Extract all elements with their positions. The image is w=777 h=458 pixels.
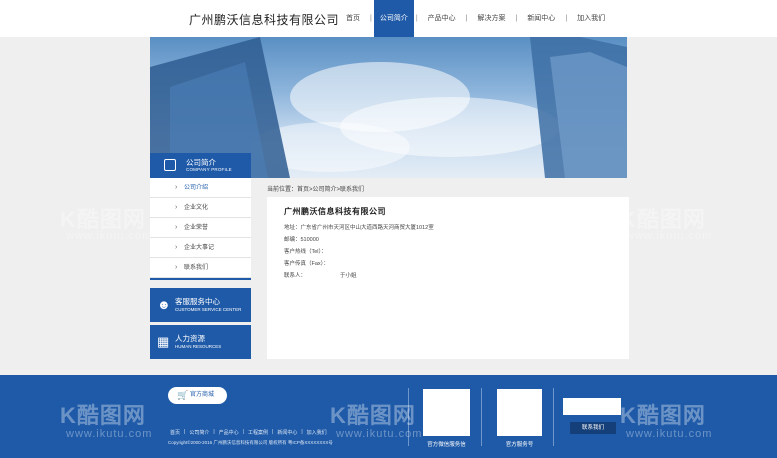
sidebar-header: 公司简介 COMPANY PROFILE [150,153,251,178]
address-text: 地址：广东省广州市天河区中山大道西路天河商贸大厦1012室 [284,225,434,231]
sidebar-subtitle: COMPANY PROFILE [186,167,232,172]
qr2-label: 官方服务号 [505,442,534,448]
nav-item-news[interactable]: 新闻中心 [519,0,563,37]
team-icon: ▦ [157,334,170,349]
footer-link-news[interactable]: 新闻中心 [275,429,299,436]
service-qr-code [497,389,542,436]
hr-title: 人力资源 [175,334,205,343]
watermark: K酷图网 [620,403,706,428]
nav-item-home[interactable]: 首页 [338,0,368,37]
watermark-url: www.ikutu.com [336,428,423,440]
wechat-qr-code [423,389,470,436]
nav-item-solutions[interactable]: 解决方案 [469,0,513,37]
building-icon [164,159,176,171]
nav-item-products[interactable]: 产品中心 [420,0,464,37]
footer-link-cases[interactable]: 工程案例 [246,429,270,436]
main-nav: 首页 | 公司简介 | 产品中心 | 解决方案 | 新闻中心 | 加入我们 [338,0,613,37]
footer-link-join[interactable]: 加入我们 [305,429,329,436]
sidebar-item-culture[interactable]: 企业文化 [150,198,251,218]
footer-link-products[interactable]: 产品中心 [217,429,241,436]
breadcrumb: 当前位置：首页>公司简介>联系我们 [267,187,365,193]
contact-info-box [563,398,621,415]
mall-label: 官方商城 [190,392,215,398]
fax-text: 客户传真（Fax）： [284,261,329,267]
sidebar: 公司简介 COMPANY PROFILE 公司介绍 企业文化 企业荣誉 企业大事… [150,153,251,280]
sidebar-item-intro[interactable]: 公司介绍 [150,178,251,198]
service-subtitle: CUSTOMER SERVICE CENTER [175,307,242,312]
contact-us-button[interactable]: 联系我们 [570,422,616,434]
qr1-label: 官方微信服务信 [427,442,466,448]
sidebar-item-milestones[interactable]: 企业大事记 [150,238,251,258]
service-title: 客服服务中心 [175,297,220,306]
footer-divider [553,388,554,446]
top-header: 广州鹏沃信息科技有限公司 首页 | 公司简介 | 产品中心 | 解决方案 | 新… [0,0,777,37]
footer-divider [481,388,482,446]
company-logo-text[interactable]: 广州鹏沃信息科技有限公司 [189,11,339,28]
human-resources-block[interactable]: ▦ 人力资源 HUMAN RESOURCES [150,325,251,359]
copyright-text: Copyright©2000-2016 广州鹏沃信息科技有限公司 版权所有 粤I… [168,440,333,445]
watermark-url: www.ikutu.com [66,428,153,440]
customer-service-block[interactable]: ☻ 客服服务中心 CUSTOMER SERVICE CENTER [150,288,251,322]
footer-link-profile[interactable]: 公司简介 [187,429,211,436]
nav-item-profile[interactable]: 公司简介 [373,0,414,37]
contact-name: 于小姐 [340,273,357,279]
sidebar-item-honors[interactable]: 企业荣誉 [150,218,251,238]
watermark: K酷图网 [330,403,416,428]
postcode-text: 邮编：510000 [284,237,319,243]
hr-subtitle: HUMAN RESOURCES [175,344,222,349]
content-panel: 广州鹏沃信息科技有限公司 地址：广东省广州市天河区中山大道西路天河商贸大厦101… [267,197,629,359]
official-mall-button[interactable]: 🛒 官方商城 [168,387,227,404]
watermark-url: www.ikutu.com [66,230,153,242]
watermark-url: www.ikutu.com [626,230,713,242]
watermark: K酷图网 [60,403,146,428]
cart-icon: 🛒 [177,390,189,400]
footer-link-home[interactable]: 首页 [168,429,182,436]
sidebar-item-contact[interactable]: 联系我们 [150,258,251,278]
user-service-icon: ☻ [157,297,171,312]
watermark-url: www.ikutu.com [626,428,713,440]
nav-item-join[interactable]: 加入我们 [569,0,613,37]
contact-label: 联系人： [284,273,307,279]
content-title: 广州鹏沃信息科技有限公司 [284,207,386,216]
sidebar-list: 公司介绍 企业文化 企业荣誉 企业大事记 联系我们 [150,178,251,280]
footer-links: 首页 | 公司简介 | 产品中心 | 工程案例 | 新闻中心 | 加入我们 [168,429,329,436]
tel-text: 客户热线（Tel）： [284,249,327,255]
